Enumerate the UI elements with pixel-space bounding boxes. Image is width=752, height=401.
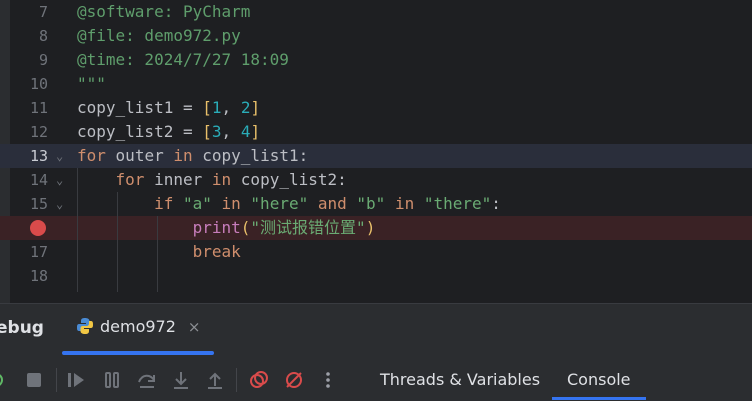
code-text: if "a" in "here" and "b" in "there": — [154, 194, 501, 213]
code-line[interactable]: 14 ⌄ for inner in copy_list2: — [0, 168, 752, 192]
code-editor[interactable]: 7 @software: PyCharm 8 @file: demo972.py… — [0, 0, 752, 303]
line-number: 9 — [38, 51, 48, 69]
code-line[interactable]: 15 ⌄ if "a" in "here" and "b" in "there"… — [0, 192, 752, 216]
code-line[interactable]: 17 break — [0, 240, 752, 264]
indent-guide — [157, 216, 158, 292]
code-text: for outer in copy_list1: — [77, 146, 309, 165]
code-line[interactable]: 7 @software: PyCharm — [0, 0, 752, 24]
toolbar-separator — [56, 368, 57, 392]
indent-guide — [77, 168, 78, 292]
code-text: @file: demo972.py — [77, 26, 241, 45]
python-file-icon — [76, 317, 94, 335]
code-text: copy_list1 = [1, 2] — [77, 98, 261, 117]
active-tab-indicator — [62, 351, 214, 355]
step-out-icon[interactable] — [205, 370, 225, 390]
line-number: 12 — [29, 123, 48, 141]
code-text: for inner in copy_list2: — [115, 170, 347, 189]
breakpoint-icon[interactable] — [30, 220, 46, 236]
step-over-icon[interactable] — [137, 370, 157, 390]
code-text: print("测试报错位置") — [192, 218, 376, 237]
code-text: """ — [77, 74, 106, 93]
code-text: @time: 2024/7/27 18:09 — [77, 50, 289, 69]
rerun-icon[interactable] — [0, 370, 8, 390]
code-line[interactable]: 8 @file: demo972.py — [0, 24, 752, 48]
line-number: 17 — [29, 243, 48, 261]
code-line[interactable]: 12 copy_list2 = [3, 4] — [0, 120, 752, 144]
line-number: 8 — [38, 27, 48, 45]
line-number: 18 — [29, 267, 48, 285]
code-text: copy_list2 = [3, 4] — [77, 122, 261, 141]
code-line[interactable]: 11 copy_list1 = [1, 2] — [0, 96, 752, 120]
pause-icon[interactable] — [102, 370, 122, 390]
debug-tool-window: ebug demo972 × Threads & Variables Conso… — [0, 303, 752, 401]
fold-chevron-icon[interactable]: ⌄ — [56, 192, 63, 216]
view-breakpoints-icon[interactable] — [249, 370, 269, 390]
code-line[interactable]: 9 @time: 2024/7/27 18:09 — [0, 48, 752, 72]
line-number: 10 — [29, 75, 48, 93]
code-text: break — [192, 242, 241, 261]
code-line[interactable]: 18 — [0, 264, 752, 288]
step-into-icon[interactable] — [171, 370, 191, 390]
toolbar-separator — [236, 368, 237, 392]
debug-session-tab[interactable]: demo972 × — [76, 317, 201, 343]
more-icon[interactable] — [318, 370, 338, 390]
fold-chevron-icon[interactable]: ⌄ — [56, 168, 63, 192]
line-number: 14 — [29, 171, 48, 189]
code-line-breakpoint[interactable]: print("测试报错位置") — [0, 216, 752, 240]
code-text: @software: PyCharm — [77, 2, 251, 21]
fold-chevron-icon[interactable]: ⌄ — [56, 144, 63, 168]
tab-label: demo972 — [100, 317, 176, 336]
resume-icon[interactable] — [66, 370, 86, 390]
code-line-current[interactable]: 13 ⌄ for outer in copy_list1: — [0, 144, 752, 168]
close-icon[interactable]: × — [188, 318, 201, 336]
line-number: 15 — [29, 195, 48, 213]
line-number: 13 — [29, 147, 48, 165]
tool-window-title: ebug — [0, 318, 44, 338]
code-line[interactable]: 10 """ — [0, 72, 752, 96]
mute-breakpoints-icon[interactable] — [284, 370, 304, 390]
debug-toolbar: Threads & Variables Console — [0, 362, 752, 400]
tab-console[interactable]: Console — [567, 370, 631, 389]
tab-threads-variables[interactable]: Threads & Variables — [380, 370, 540, 389]
line-number: 7 — [38, 3, 48, 21]
line-number: 11 — [29, 99, 48, 117]
stop-icon[interactable] — [24, 370, 44, 390]
indent-guide — [117, 192, 118, 292]
